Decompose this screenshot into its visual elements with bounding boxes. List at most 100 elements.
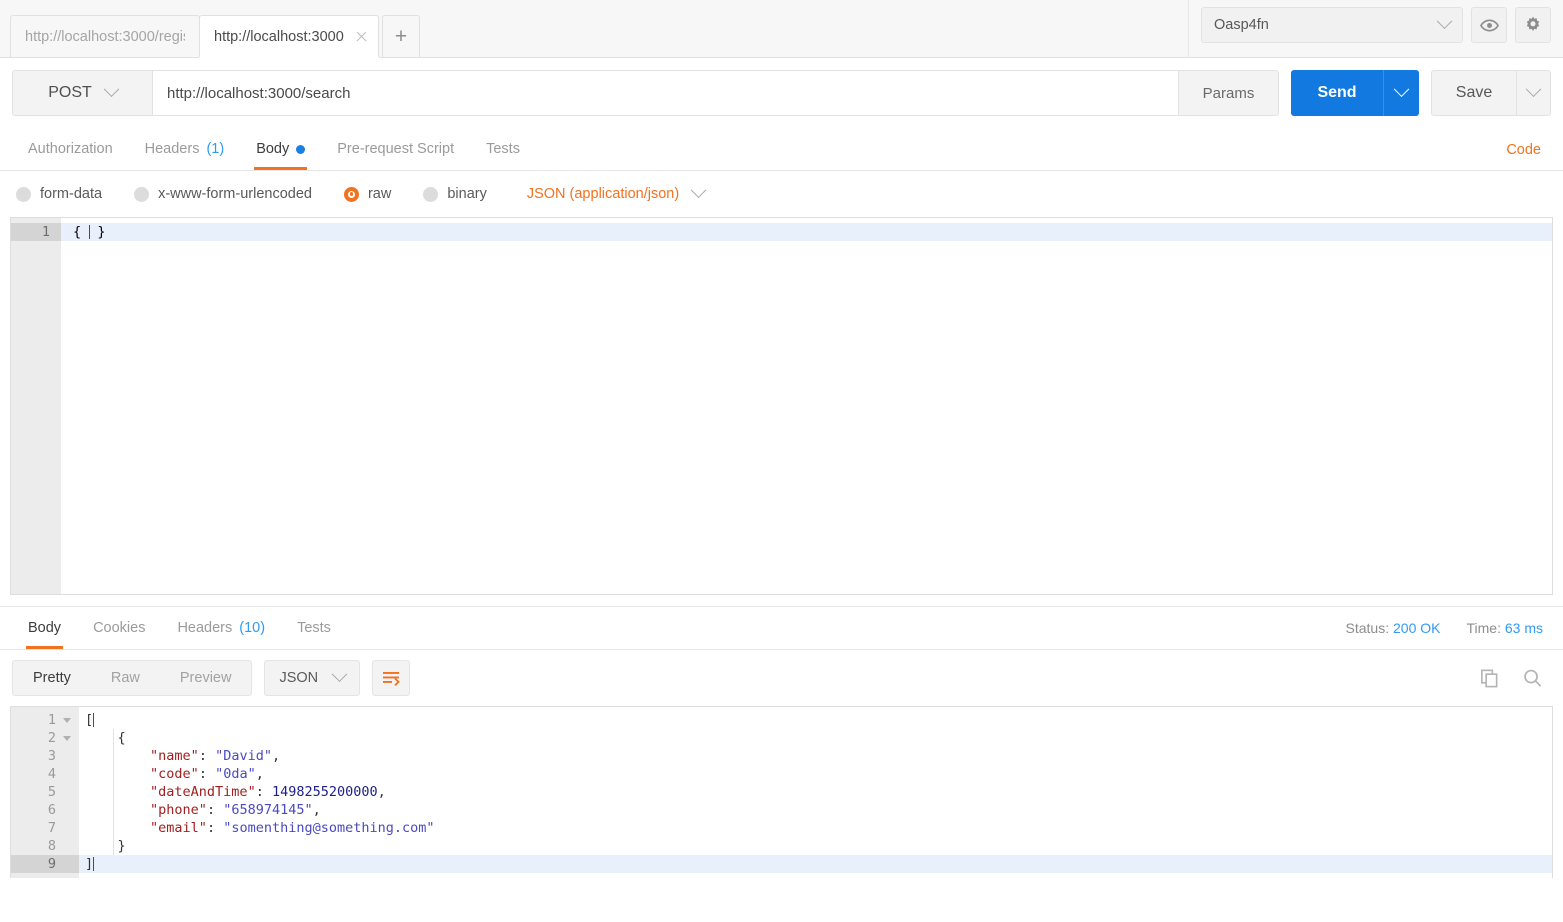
chevron-down-icon	[1393, 80, 1410, 97]
line-number-value: 6	[47, 802, 56, 818]
body-type-label: binary	[447, 186, 487, 202]
chevron-down-icon	[331, 665, 348, 682]
body-type-raw[interactable]: raw	[343, 186, 391, 202]
tab-count: (1)	[206, 141, 225, 157]
response-tab-headers[interactable]: Headers (10)	[161, 607, 281, 649]
response-section-tabs: Body Cookies Headers (10) Tests Status: …	[0, 606, 1563, 650]
request-tab-1[interactable]: http://localhost:3000/	[199, 15, 379, 57]
request-tabs-container: http://localhost:3000/registe http://loc…	[0, 0, 1188, 57]
view-mode-raw[interactable]: Raw	[91, 661, 160, 695]
response-tab-cookies[interactable]: Cookies	[77, 607, 161, 649]
line-number-value: 4	[47, 766, 56, 782]
request-body-editor[interactable]: 1 { }	[10, 217, 1553, 595]
json-token-k: "email"	[150, 820, 207, 836]
tab-count: (10)	[239, 620, 266, 636]
tab-pre-request-script[interactable]: Pre-request Script	[321, 128, 470, 170]
chevron-down-icon	[103, 80, 120, 97]
code-link[interactable]: Code	[1506, 142, 1541, 158]
tab-label: Authorization	[28, 141, 113, 157]
json-token-k: "code"	[150, 766, 199, 782]
radio-icon	[134, 186, 150, 202]
response-editor-code[interactable]: [ { "name": "David", "code": "0da", "dat…	[79, 707, 1552, 878]
json-token-s: "David"	[215, 748, 272, 764]
response-body-line: [	[79, 711, 1552, 729]
json-token-s: "somenthing@something.com"	[223, 820, 435, 836]
save-button-group: Save	[1431, 70, 1551, 116]
view-mode-pretty[interactable]: Pretty	[13, 661, 91, 695]
response-format-select[interactable]: JSON	[264, 660, 361, 696]
fold-arrow-icon[interactable]	[63, 735, 71, 741]
line-number-value: 7	[47, 820, 56, 836]
section-spacer	[0, 595, 1563, 606]
line-number-value: 5	[47, 784, 56, 800]
json-token-p	[85, 748, 150, 764]
search-icon[interactable]	[1522, 668, 1543, 689]
radio-icon	[423, 186, 439, 202]
request-editor-code[interactable]: { }	[61, 218, 1552, 594]
environment-controls: Oasp4fn	[1188, 0, 1563, 58]
line-number: 5	[11, 783, 79, 801]
environment-quick-look-button[interactable]	[1471, 7, 1507, 43]
response-body-line: ]	[79, 855, 1552, 873]
content-type-value: JSON (application/json)	[526, 186, 680, 202]
json-token-p	[85, 766, 150, 782]
tab-label: Headers	[177, 620, 233, 636]
fold-arrow-icon[interactable]	[63, 717, 71, 723]
json-token-p: ,	[271, 748, 281, 764]
response-body-editor[interactable]: 1 2 3 4 5 6 7 8 9 [ { "name": "David", "code": "…	[10, 706, 1553, 878]
line-number: 4	[11, 765, 79, 783]
send-button[interactable]: Send	[1291, 70, 1383, 116]
tab-tests[interactable]: Tests	[470, 128, 536, 170]
view-mode-preview[interactable]: Preview	[160, 661, 252, 695]
json-token-p: :	[255, 784, 272, 800]
copy-icon[interactable]	[1479, 668, 1500, 689]
tab-label: Pre-request Script	[337, 141, 455, 157]
http-method-select[interactable]: POST	[12, 70, 152, 116]
body-type-form-data[interactable]: form-data	[16, 186, 102, 202]
body-type-urlencoded[interactable]: x-www-form-urlencoded	[134, 186, 312, 202]
send-button-group: Send	[1291, 70, 1419, 116]
params-button[interactable]: Params	[1179, 70, 1279, 116]
word-wrap-icon	[383, 672, 400, 687]
json-token-p: :	[206, 802, 224, 818]
json-token-p	[85, 802, 150, 818]
close-icon[interactable]	[354, 30, 368, 44]
radio-icon	[16, 186, 31, 202]
tab-label: Cookies	[93, 620, 146, 636]
response-meta: Status: 200 OK Time: 63 ms	[1346, 620, 1543, 636]
save-button[interactable]: Save	[1431, 70, 1517, 116]
line-number: 6	[11, 801, 79, 819]
http-method-value: POST	[48, 84, 92, 101]
send-options-button[interactable]	[1383, 70, 1419, 116]
line-number-value: 3	[47, 748, 56, 764]
url-input[interactable]: http://localhost:3000/search	[152, 70, 1179, 116]
save-options-button[interactable]	[1517, 70, 1551, 116]
response-editor-gutter: 1 2 3 4 5 6 7 8 9	[11, 707, 79, 878]
modified-dot-icon	[296, 144, 306, 154]
new-tab-button[interactable]: +	[382, 15, 420, 57]
line-number-value: 9	[47, 856, 56, 872]
tab-headers[interactable]: Headers (1)	[129, 128, 241, 170]
body-type-label: x-www-form-urlencoded	[158, 186, 312, 202]
response-tab-tests[interactable]: Tests	[281, 607, 347, 649]
gear-icon	[1526, 16, 1540, 31]
environment-select[interactable]: Oasp4fn	[1201, 7, 1463, 43]
time-label: Time:	[1466, 620, 1501, 636]
body-type-binary[interactable]: binary	[423, 186, 487, 202]
word-wrap-button[interactable]	[372, 660, 411, 696]
line-number-value: 2	[47, 730, 56, 746]
request-body-before: {	[73, 224, 90, 240]
json-token-k: "dateAndTime"	[150, 784, 256, 800]
content-type-select[interactable]: JSON (application/json)	[526, 181, 707, 202]
request-tab-0[interactable]: http://localhost:3000/registe	[10, 15, 200, 57]
chevron-down-icon	[1525, 80, 1542, 97]
settings-button[interactable]	[1515, 7, 1551, 43]
response-actions	[1479, 668, 1543, 689]
line-number: 9	[11, 855, 79, 873]
line-number: 3	[11, 747, 79, 765]
json-token-k: "name"	[150, 748, 199, 764]
response-tab-body[interactable]: Body	[12, 607, 77, 649]
tab-authorization[interactable]: Authorization	[12, 128, 129, 170]
tab-body[interactable]: Body	[240, 128, 321, 170]
status-badge: Status: 200 OK	[1346, 620, 1441, 636]
